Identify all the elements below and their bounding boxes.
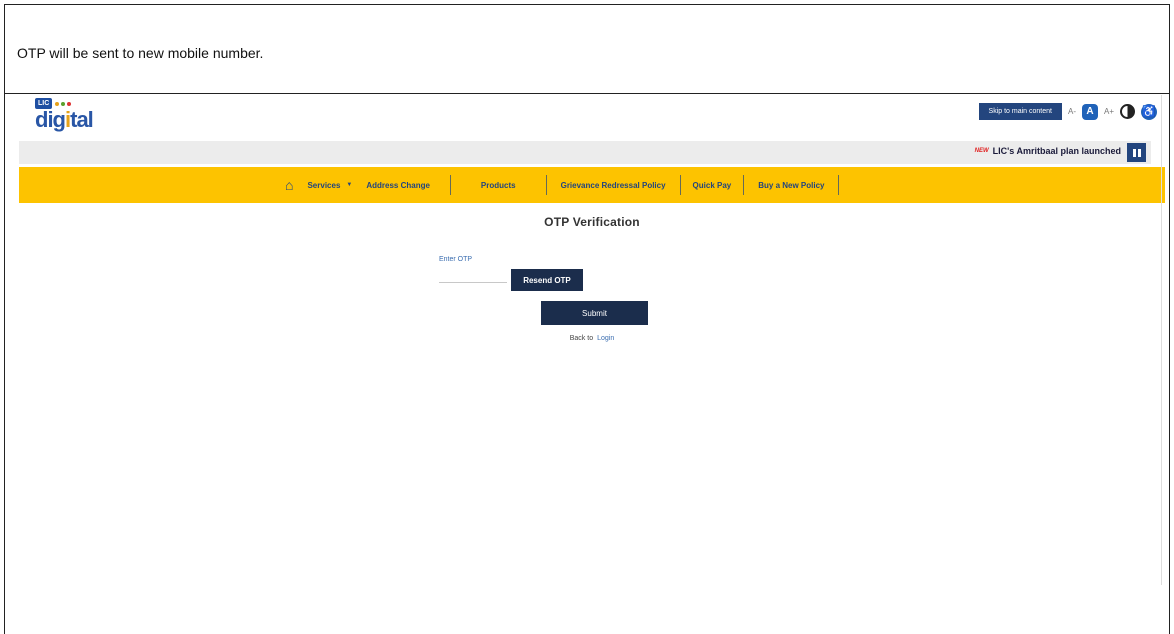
nav-divider <box>743 175 745 195</box>
ticker-pause-button[interactable] <box>1127 143 1146 162</box>
nav-products[interactable]: Products <box>481 181 516 190</box>
nav-quick-pay[interactable]: Quick Pay <box>693 181 732 190</box>
caption-cell: OTP will be sent to new mobile number. <box>5 5 1169 94</box>
nav-buy-new-policy[interactable]: Buy a New Policy <box>758 181 824 190</box>
font-normal-button[interactable]: A <box>1081 103 1098 120</box>
login-link[interactable]: Login <box>597 335 614 342</box>
news-ticker[interactable]: NEW LIC's Amritbaal plan launched <box>975 146 1121 156</box>
font-decrease-button[interactable]: A- <box>1068 107 1076 116</box>
back-to-text: Back to <box>569 335 594 342</box>
otp-label: Enter OTP <box>439 256 473 263</box>
scrollbar[interactable] <box>1161 95 1169 585</box>
nav-address-change[interactable]: Address Change <box>366 181 430 190</box>
font-increase-button[interactable]: A+ <box>1104 107 1114 116</box>
caption-text: OTP will be sent to new mobile number. <box>17 45 264 61</box>
page-title: OTP Verification <box>544 215 640 229</box>
nav-grievance-policy[interactable]: Grievance Redressal Policy <box>561 181 666 190</box>
logo-dots <box>55 101 72 106</box>
home-icon[interactable]: ⌂ <box>285 177 293 193</box>
otp-input[interactable] <box>439 271 507 283</box>
chevron-down-icon[interactable]: ▼ <box>346 182 352 188</box>
nav-divider <box>679 175 681 195</box>
submit-button[interactable]: Submit <box>541 301 648 325</box>
contrast-toggle-icon[interactable] <box>1120 104 1135 119</box>
nav-services[interactable]: Services <box>307 181 340 190</box>
logo-wordmark: digital <box>35 107 94 132</box>
main-nav: ⌂ Services ▼ Address Change Products Gri… <box>19 167 1165 203</box>
ticker-text[interactable]: LIC's Amritbaal plan launched <box>993 146 1121 156</box>
lic-digital-logo[interactable]: LIC digital <box>35 98 94 132</box>
nav-divider <box>449 175 451 195</box>
accessibility-toolbar: Skip to main content A- A A+ ♿ <box>978 103 1157 120</box>
new-badge: NEW <box>974 148 989 154</box>
nav-divider <box>838 175 840 195</box>
nav-divider <box>545 175 547 195</box>
resend-otp-button[interactable]: Resend OTP <box>511 269 583 291</box>
document-table: OTP will be sent to new mobile number. L… <box>4 4 1170 634</box>
back-to-login-row: Back to Login <box>5 335 1174 342</box>
screenshot-cell: LIC digital Skip to main content A- A A+… <box>5 95 1169 634</box>
skip-to-main-button[interactable]: Skip to main content <box>978 103 1062 120</box>
news-ticker-bar: NEW LIC's Amritbaal plan launched <box>19 141 1151 164</box>
accessibility-icon[interactable]: ♿ <box>1141 103 1157 120</box>
